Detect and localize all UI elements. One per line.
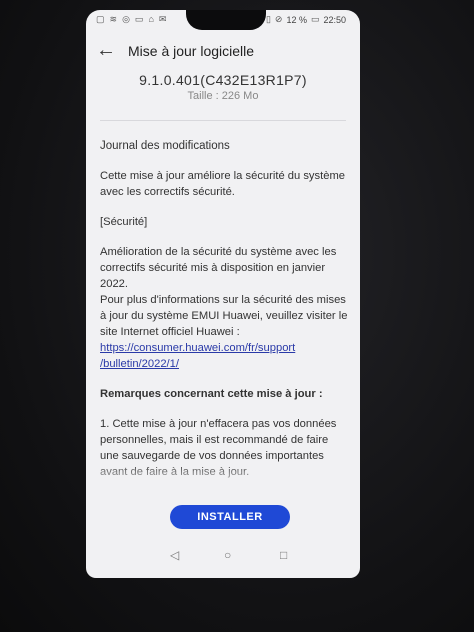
scroll-fade [86, 462, 360, 490]
home-icon: ⌂ [148, 14, 154, 24]
security-body-line: Amélioration de la sécurité du système a… [100, 246, 337, 290]
update-size: Taille : 226 Mo [187, 90, 259, 102]
status-bar: ▢ ≋ ◎ ▭ ⌂ ✉ ▯ ⊘ 12 % ▭ 22:50 [86, 14, 360, 28]
security-body-line: Pour plus d'informations sur la sécurité… [100, 294, 348, 338]
back-arrow-icon[interactable]: ← [96, 40, 116, 60]
update-version: 9.1.0.401(C432E13R1P7) [139, 72, 307, 88]
nav-back-icon[interactable]: ◁ [170, 548, 179, 562]
battery-icon: ▭ [310, 14, 320, 24]
install-button[interactable]: INSTALLER [170, 505, 290, 529]
page-title: Mise à jour logicielle [128, 43, 255, 59]
notification-icon: ▢ [96, 14, 105, 24]
cast-icon: ▭ [134, 14, 144, 24]
nav-recent-apps-icon[interactable]: □ [280, 548, 287, 562]
nav-home-icon[interactable]: ○ [224, 548, 231, 562]
wifi-icon: ≋ [109, 14, 118, 24]
vibrate-icon: ▯ [265, 14, 271, 24]
battery-percent: 12 % [286, 14, 307, 25]
nfc-icon: ◎ [122, 14, 130, 24]
security-bulletin-link[interactable]: https://consumer.huawei.com/fr/support [100, 342, 295, 354]
clock: 22:50 [323, 14, 346, 25]
navigation-bar: ◁ ○ □ [86, 548, 360, 568]
phone-screen: ▢ ≋ ◎ ▭ ⌂ ✉ ▯ ⊘ 12 % ▭ 22:50 ← Mise à jo… [86, 10, 360, 578]
changelog-content[interactable]: Journal des modifications Cette mise à j… [100, 138, 348, 480]
app-header: ← Mise à jour logicielle [86, 40, 360, 66]
divider [100, 120, 346, 121]
security-bulletin-link-continued[interactable]: /bulletin/2022/1/ [100, 358, 179, 370]
changelog-intro: Cette mise à jour améliore la sécurité d… [100, 170, 345, 198]
signal-off-icon: ⊘ [274, 14, 283, 24]
changelog-heading: Journal des modifications [100, 140, 230, 152]
remarks-heading: Remarques concernant cette mise à jour : [100, 388, 323, 400]
security-section-title: [Sécurité] [100, 216, 148, 228]
mail-icon: ✉ [158, 14, 167, 24]
